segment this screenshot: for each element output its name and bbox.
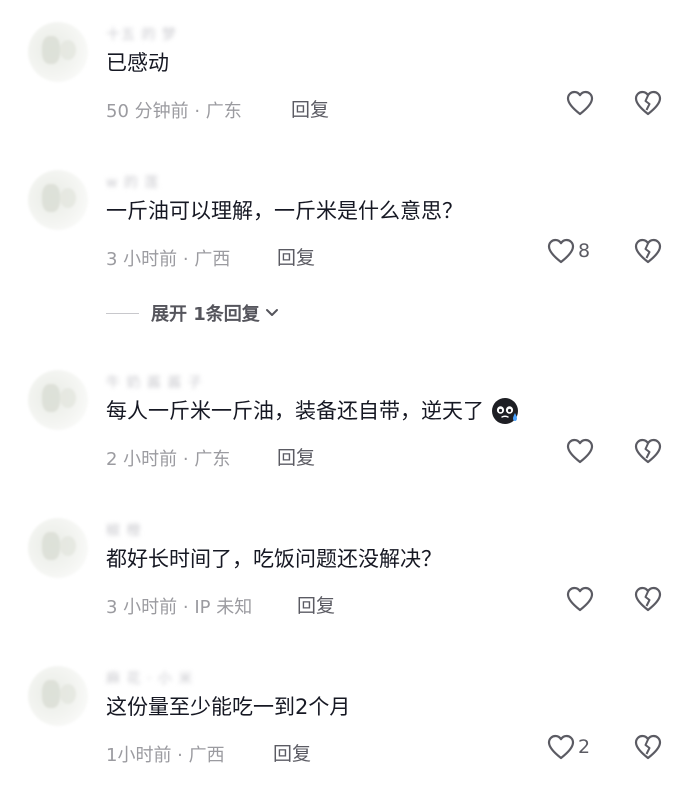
avatar[interactable] bbox=[28, 170, 88, 230]
comment-text: 已感动 bbox=[106, 48, 169, 78]
comment-text: 都好长时间了，吃饭问题还没解决？ bbox=[106, 544, 442, 574]
expand-replies-label: 展开 1条回复 bbox=[151, 304, 260, 325]
dislike-button[interactable] bbox=[634, 90, 662, 120]
dislike-button[interactable] bbox=[634, 438, 662, 468]
comment-username[interactable]: 麻 花 · 小 米 bbox=[106, 668, 193, 688]
dislike-button[interactable] bbox=[634, 238, 662, 268]
heart-outline-icon bbox=[566, 438, 594, 464]
comment-meta: 3 小时前 · 广西 bbox=[106, 249, 231, 270]
comment-meta: 2 小时前 · 广东 bbox=[106, 449, 231, 470]
comment-username[interactable]: 十五 的 梦 bbox=[106, 24, 177, 44]
dislike-button[interactable] bbox=[634, 734, 662, 764]
like-count: 8 bbox=[578, 240, 591, 262]
like-button[interactable] bbox=[566, 438, 597, 464]
reply-button[interactable]: 回复 bbox=[297, 591, 335, 618]
reply-button[interactable]: 回复 bbox=[273, 739, 311, 766]
comment-text-content: 每人一斤米一斤油，装备还自带，逆天了 bbox=[106, 399, 484, 423]
reply-button[interactable]: 回复 bbox=[277, 443, 315, 470]
like-button[interactable] bbox=[566, 586, 597, 612]
comment-text-content: 已感动 bbox=[106, 51, 169, 75]
broken-heart-icon bbox=[634, 90, 662, 116]
broken-heart-icon bbox=[634, 438, 662, 464]
expand-replies-button[interactable]: 展开 1条回复 bbox=[106, 300, 280, 326]
heart-outline-icon bbox=[547, 734, 575, 760]
avatar[interactable] bbox=[28, 518, 88, 578]
comment-username[interactable]: w 的 莲 bbox=[106, 172, 159, 192]
heart-outline-icon bbox=[566, 586, 594, 612]
avatar[interactable] bbox=[28, 370, 88, 430]
comment-meta: 1小时前 · 广西 bbox=[106, 745, 225, 766]
comment-username[interactable]: 牛 奶 酱 酱 子 bbox=[106, 372, 203, 392]
comment-text-content: 都好长时间了，吃饭问题还没解决？ bbox=[106, 547, 442, 571]
comment-text: 每人一斤米一斤油，装备还自带，逆天了 bbox=[106, 396, 520, 426]
comment-username[interactable]: 椒 橙 bbox=[106, 520, 141, 540]
chevron-down-icon bbox=[265, 309, 278, 316]
divider bbox=[106, 312, 139, 314]
broken-heart-icon bbox=[634, 238, 662, 264]
avatar[interactable] bbox=[28, 666, 88, 726]
comment-text: 一斤油可以理解，一斤米是什么意思？ bbox=[106, 196, 463, 226]
heart-outline-icon bbox=[547, 238, 575, 264]
sweat-emoji-icon bbox=[490, 396, 520, 426]
comment-text: 这份量至少能吃一到2个月 bbox=[106, 692, 350, 722]
reply-button[interactable]: 回复 bbox=[277, 243, 315, 270]
avatar[interactable] bbox=[28, 22, 88, 82]
like-count: 2 bbox=[578, 736, 591, 758]
comment-meta: 3 小时前 · IP 未知 bbox=[106, 597, 253, 618]
comment-text-content: 这份量至少能吃一到2个月 bbox=[106, 695, 351, 719]
comment-text-content: 一斤油可以理解，一斤米是什么意思？ bbox=[106, 199, 463, 223]
broken-heart-icon bbox=[634, 734, 662, 760]
comment-meta: 50 分钟前 · 广东 bbox=[106, 101, 242, 122]
like-button[interactable]: 2 bbox=[547, 734, 590, 760]
heart-outline-icon bbox=[566, 90, 594, 116]
dislike-button[interactable] bbox=[634, 586, 662, 616]
like-button[interactable]: 8 bbox=[547, 238, 590, 264]
broken-heart-icon bbox=[634, 586, 662, 612]
reply-button[interactable]: 回复 bbox=[291, 95, 329, 122]
like-button[interactable] bbox=[566, 90, 597, 116]
